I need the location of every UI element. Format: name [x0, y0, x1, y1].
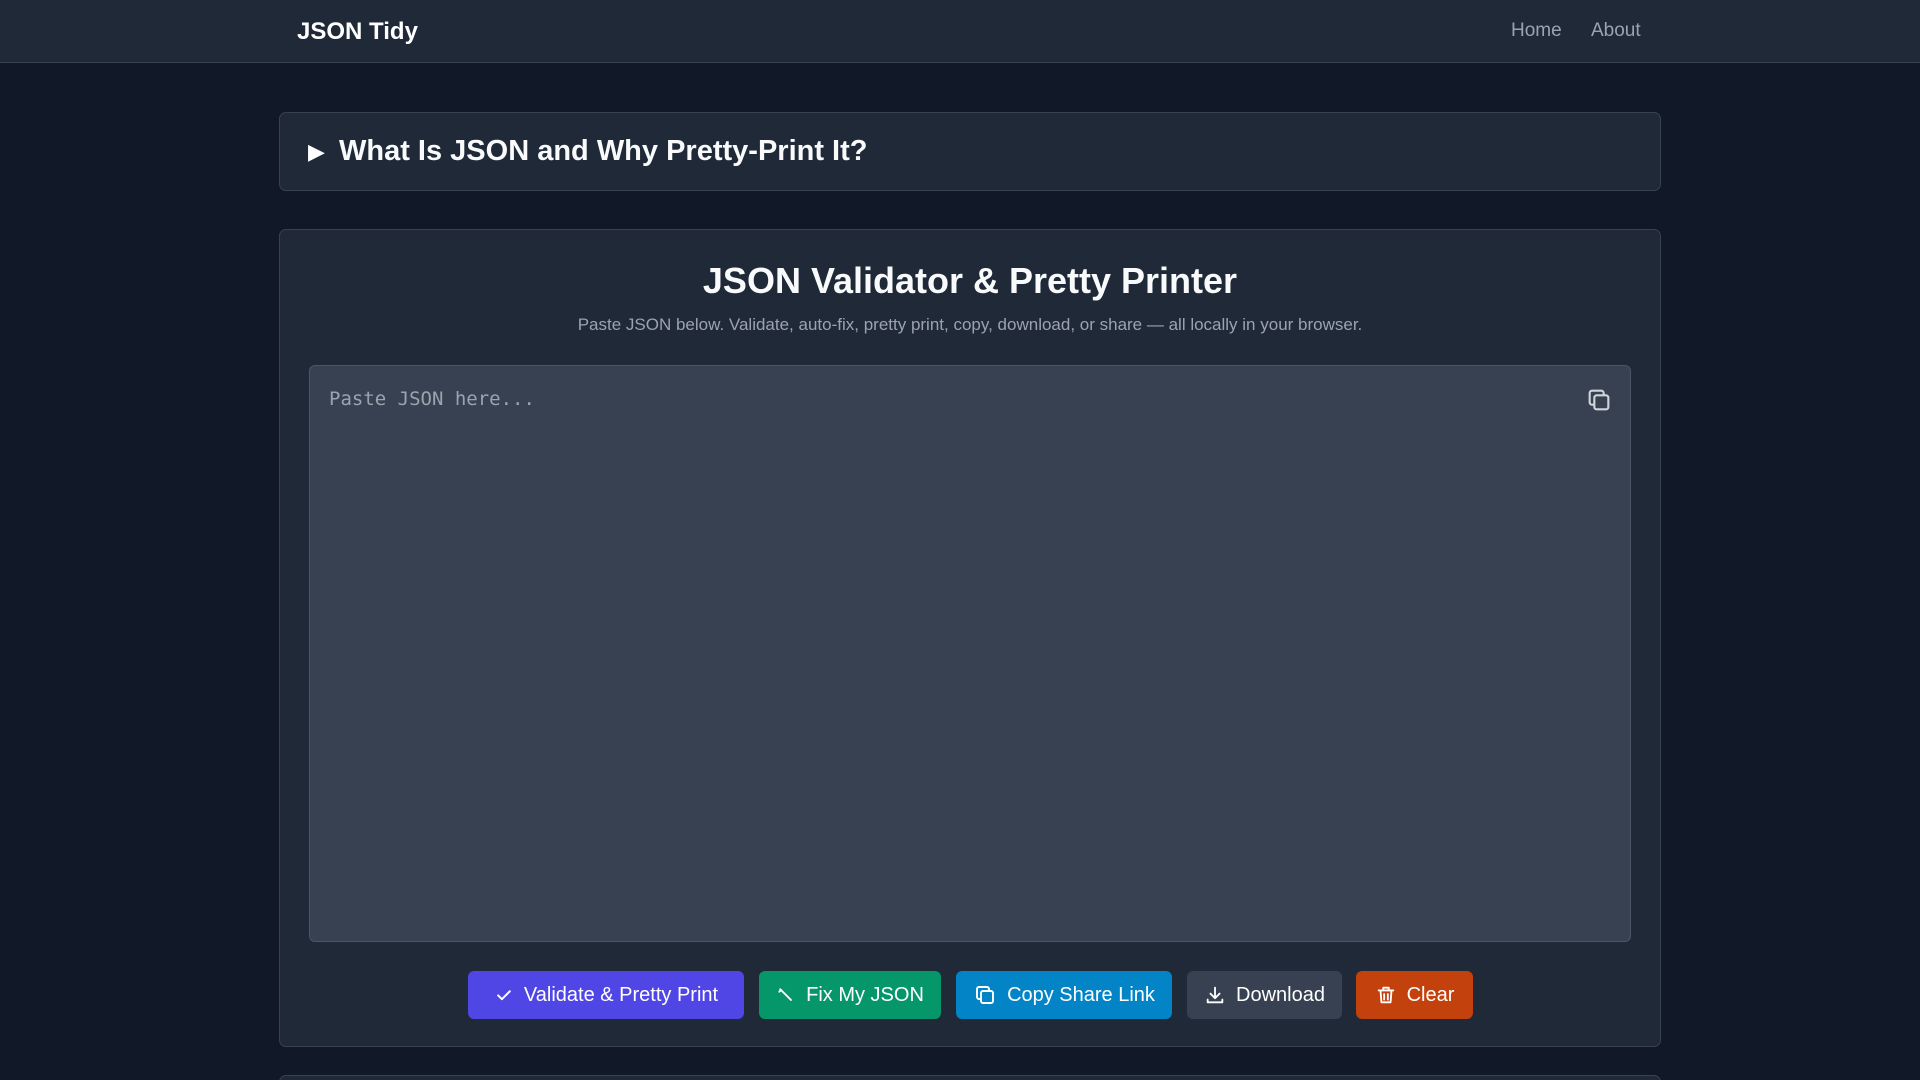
faq-title[interactable]: What Is JSON and Why Pretty-Print It?	[339, 135, 868, 168]
validator-card: JSON Validator & Pretty Printer Paste JS…	[279, 229, 1661, 1047]
validate-button-label: Validate & Pretty Print	[523, 983, 719, 1006]
copy-icon[interactable]	[1585, 386, 1613, 414]
fix-json-button[interactable]: Fix My JSON	[759, 971, 941, 1019]
trash-icon	[1377, 986, 1394, 1004]
check-icon	[497, 990, 511, 1001]
page-subtitle: Paste JSON below. Validate, auto-fix, pr…	[577, 315, 1363, 334]
download-button-label: Download	[1236, 983, 1325, 1006]
download-icon	[1206, 986, 1224, 1004]
next-section-panel	[279, 1075, 1661, 1080]
download-button[interactable]: Download	[1187, 971, 1342, 1019]
wrench-icon	[778, 988, 793, 1001]
nav-link-home[interactable]: Home	[1511, 20, 1562, 42]
expand-arrow-icon: ▶	[308, 139, 325, 164]
faq-accordion[interactable]: ▶ What Is JSON and Why Pretty-Print It?	[279, 112, 1661, 191]
validate-pretty-print-button[interactable]: Validate & Pretty Print	[468, 971, 744, 1019]
copy-icon	[976, 986, 995, 1004]
share-button-label: Copy Share Link	[1007, 983, 1155, 1006]
clear-button-label: Clear	[1406, 983, 1455, 1006]
top-navbar: JSON Tidy Home About	[0, 0, 1920, 63]
action-buttons: Validate & Pretty Print Fix My JSON Copy…	[280, 971, 1660, 1019]
json-input[interactable]	[309, 365, 1631, 942]
page-title: JSON Validator & Pretty Printer	[702, 260, 1238, 301]
copy-share-link-button[interactable]: Copy Share Link	[956, 971, 1172, 1019]
fix-button-label: Fix My JSON	[806, 983, 924, 1006]
brand-logo[interactable]: JSON Tidy	[297, 18, 418, 46]
clear-button[interactable]: Clear	[1356, 971, 1473, 1019]
nav-link-about[interactable]: About	[1591, 20, 1641, 42]
